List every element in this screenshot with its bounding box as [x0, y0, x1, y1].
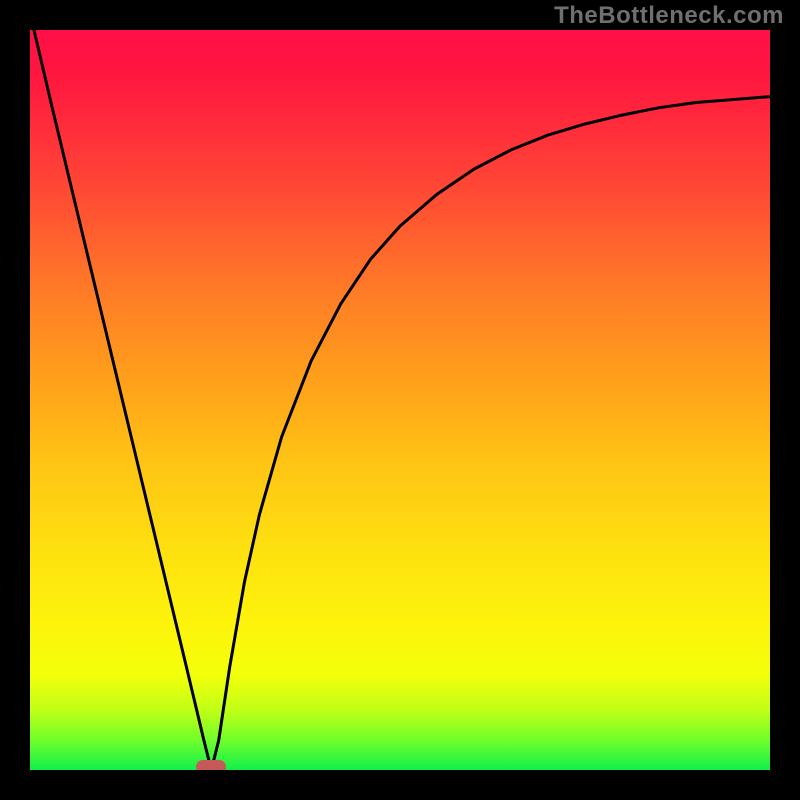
optimal-marker [196, 760, 226, 770]
plot-area [30, 30, 770, 770]
watermark-text: TheBottleneck.com [554, 2, 784, 30]
chart-frame: TheBottleneck.com [0, 0, 800, 800]
bottleneck-curve [34, 30, 770, 770]
curve-layer [30, 30, 770, 770]
